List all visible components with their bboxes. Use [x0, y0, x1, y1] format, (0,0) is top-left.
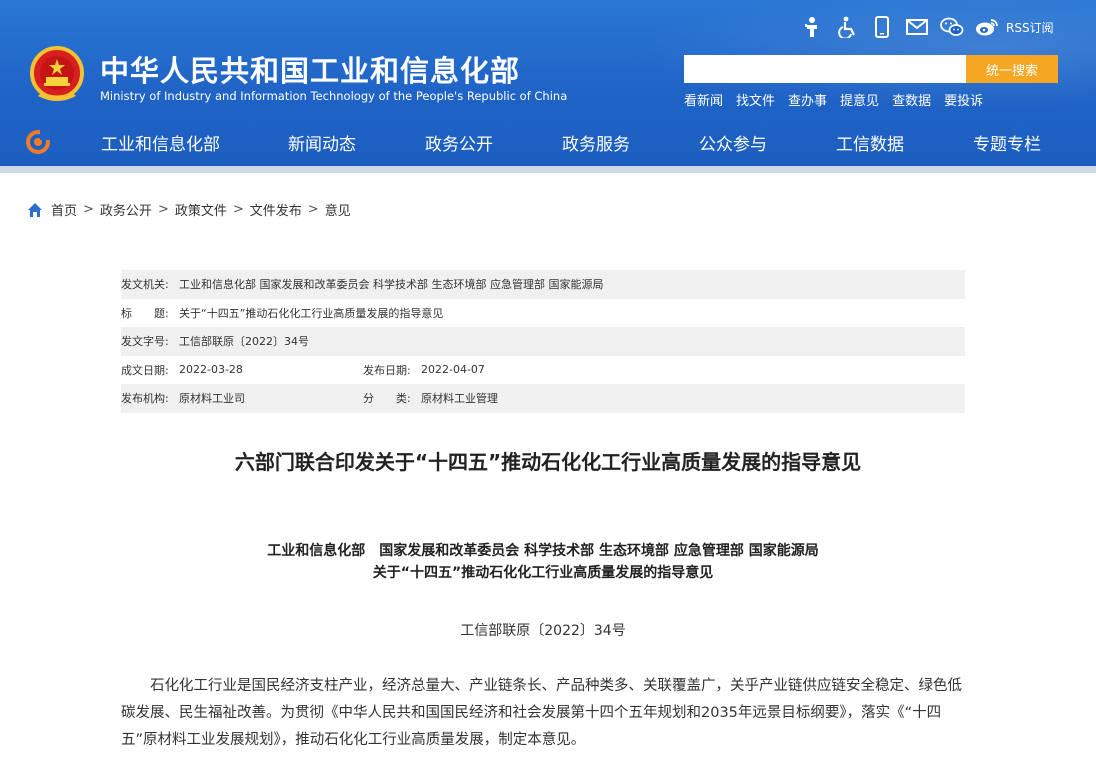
nav-public-participation[interactable]: 公众参与 [699, 130, 767, 155]
meta-label: 发布日期: [363, 363, 411, 377]
quick-links: 看新闻 找文件 查办事 提意见 查数据 要投诉 [684, 90, 996, 109]
meta-value: 关于“十四五”推动石化化工行业高质量发展的指导意见 [179, 306, 444, 320]
main-nav: 工业和信息化部 新闻动态 政务公开 政务服务 公众参与 工信数据 专题专栏 [0, 122, 1096, 162]
nav-news[interactable]: 新闻动态 [288, 130, 356, 155]
search-bar: 统一搜索 [684, 55, 1058, 83]
breadcrumb-separator: > [83, 202, 94, 217]
article-issuers-block: 工业和信息化部 国家发展和改革委员会 科学技术部 生态环境部 应急管理部 国家能… [0, 540, 1086, 584]
meta-row-agency: 发布机构: 原材料工业司 分 类: 原材料工业管理 [121, 384, 965, 413]
breadcrumb-opinion[interactable]: 意见 [325, 200, 351, 219]
meta-cell: 发布机构: 原材料工业司 [121, 390, 363, 406]
meta-value: 工业和信息化部 国家发展和改革委员会 科学技术部 生态环境部 应急管理部 国家能… [179, 278, 604, 292]
quick-link-services[interactable]: 查办事 [788, 90, 827, 109]
meta-row-title: 标 题: 关于“十四五”推动石化化工行业高质量发展的指导意见 [121, 299, 965, 328]
unified-search-button[interactable]: 统一搜索 [966, 55, 1058, 83]
nav-gov-services[interactable]: 政务服务 [562, 130, 630, 155]
meta-label: 标 题: [121, 306, 169, 320]
wechat-icon[interactable] [940, 15, 964, 39]
breadcrumb-separator: > [157, 202, 169, 217]
meta-label: 发布机构: [121, 392, 169, 406]
meta-cell: 成文日期: 2022-03-28 [121, 362, 363, 378]
meta-value: 工信部联原〔2022〕34号 [179, 335, 309, 349]
document-number: 工信部联原〔2022〕34号 [460, 623, 626, 639]
meta-row-dates: 成文日期: 2022-03-28 发布日期: 2022-04-07 [121, 356, 965, 385]
meta-value: 2022-03-28 [179, 363, 243, 377]
nav-special-topics[interactable]: 专题专栏 [973, 130, 1041, 155]
meta-cell: 分 类: 原材料工业管理 [363, 390, 498, 406]
meta-row-issuer: 发文机关: 工业和信息化部 国家发展和改革委员会 科学技术部 生态环境部 应急管… [121, 270, 965, 299]
meta-cell: 发布日期: 2022-04-07 [363, 362, 485, 378]
breadcrumb-home[interactable]: 首页 [51, 200, 77, 219]
quick-link-news[interactable]: 看新闻 [684, 90, 723, 109]
accessibility-icon[interactable] [835, 15, 859, 39]
weibo-icon[interactable] [975, 15, 999, 39]
breadcrumb-policy-docs[interactable]: 政策文件 [175, 200, 227, 219]
nav-miit[interactable]: 工业和信息化部 [101, 130, 220, 155]
meta-label: 发文字号: [121, 335, 169, 349]
nav-gov-affairs[interactable]: 政务公开 [425, 130, 493, 155]
home-icon[interactable] [27, 202, 43, 218]
meta-label: 成文日期: [121, 363, 169, 377]
breadcrumb-doc-release[interactable]: 文件发布 [250, 200, 302, 219]
nav-data[interactable]: 工信数据 [836, 130, 904, 155]
article-paragraph: 石化化工行业是国民经济支柱产业，经济总量大、产业链条长、产品种类多、关联覆盖广，… [121, 678, 962, 748]
elderly-mode-icon[interactable] [800, 15, 824, 39]
breadcrumb-gov-affairs[interactable]: 政务公开 [100, 200, 152, 219]
mail-icon[interactable] [905, 15, 929, 39]
site-subtitle: Ministry of Industry and Information Tec… [100, 89, 568, 103]
breadcrumb-separator: > [307, 202, 319, 217]
document-meta-table: 发文机关: 工业和信息化部 国家发展和改革委员会 科学技术部 生态环境部 应急管… [121, 270, 965, 413]
site-header: 中华人民共和国工业和信息化部 Ministry of Industry and … [0, 0, 1096, 173]
meta-value: 原材料工业司 [179, 392, 245, 406]
search-input[interactable] [684, 55, 966, 83]
mobile-icon[interactable] [870, 15, 894, 39]
document-title-line: 关于“十四五”推动石化化工行业高质量发展的指导意见 [372, 565, 714, 581]
quick-link-data[interactable]: 查数据 [892, 90, 931, 109]
utility-icons: RSS订阅 [800, 15, 1054, 39]
quick-link-feedback[interactable]: 提意见 [840, 90, 879, 109]
quick-link-complaint[interactable]: 要投诉 [944, 90, 983, 109]
meta-row-docno: 发文字号: 工信部联原〔2022〕34号 [121, 327, 965, 356]
header-divider [0, 166, 1096, 173]
breadcrumb: 首页 > 政务公开 > 政策文件 > 文件发布 > 意见 [27, 200, 351, 219]
issuing-agencies: 工业和信息化部 国家发展和改革委员会 科学技术部 生态环境部 应急管理部 国家能… [267, 543, 819, 559]
quick-link-files[interactable]: 找文件 [736, 90, 775, 109]
meta-value: 原材料工业管理 [421, 392, 498, 406]
breadcrumb-separator: > [232, 202, 244, 217]
article-title: 六部门联合印发关于“十四五”推动石化化工行业高质量发展的指导意见 [234, 450, 862, 474]
site-title[interactable]: 中华人民共和国工业和信息化部 [100, 48, 520, 90]
national-emblem-logo[interactable] [26, 44, 88, 106]
meta-value: 2022-04-07 [421, 363, 485, 377]
meta-label: 分 类: [363, 392, 411, 406]
miit-logo-icon[interactable] [26, 130, 50, 154]
rss-subscribe-link[interactable]: RSS订阅 [1006, 19, 1054, 36]
meta-label: 发文机关: [121, 278, 169, 292]
